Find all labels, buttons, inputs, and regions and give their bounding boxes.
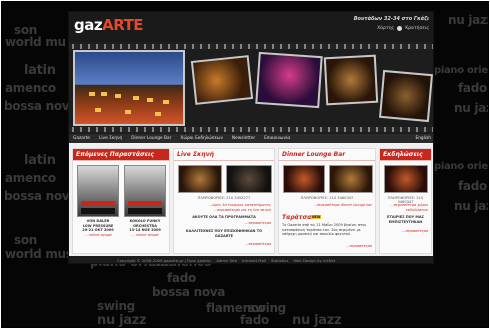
live-programs-headline: ΑΚΟΥΤΕ ΟΛΑ ΤΑ ΠΡΟΓΡΑΜΜΑΤΑ (192, 215, 256, 219)
live-programs-link[interactable]: ...περισσότερα (177, 221, 271, 226)
live-phone: ΠΛΗΡΟΦΟΡΙΕΣ: 210 3452277 (197, 196, 251, 200)
event-poster-2[interactable] (124, 165, 166, 217)
upcoming-shows-panel: Επόμενες Παραστάσεις VON DALER LOW PRESS… (72, 148, 170, 254)
logo-accent-text: ARTE (102, 16, 144, 34)
nav-newsletter[interactable]: Newsletter (232, 136, 255, 141)
background-word: swing (248, 301, 286, 315)
dinner-phone: ΠΛΗΡΟΦΟΡΙΕΣ: 210 3460347 (300, 196, 354, 200)
footer-intranet-link[interactable]: Intranet Mail (242, 258, 266, 263)
interior-photo-3 (379, 69, 433, 123)
background-word: bossa nova (4, 189, 78, 203)
building-photo (73, 50, 185, 126)
header-links: Χάρτης Κρατήσεις (377, 26, 429, 31)
taratsa-more-link[interactable]: ...περισσότερα (282, 244, 372, 249)
dinner-more-link[interactable]: ...περισσότερα dinner lounge bar (282, 203, 372, 208)
dinner-lounge-title: Dinner Lounge Bar (279, 149, 375, 161)
footer-webdesign-link[interactable]: Web Design by ArtNet (293, 258, 335, 263)
nav-event-spaces[interactable]: Χώροι Εκδηλώσεων (180, 136, 223, 141)
event-1-info: VON DALER LOW PRESSURE 20-21 OKT 2009 ..… (75, 219, 121, 237)
main-nav: Gazarte Live Σκηνή Dinner Lounge Bar Χώρ… (69, 134, 433, 143)
page-background: son world mu latin amenco bossa nova latin ame… (1, 1, 489, 328)
events-companies-link[interactable]: ...περισσότερα (383, 229, 428, 234)
live-more-link[interactable]: ...περισσότερα για τη live σκηνή (177, 208, 271, 213)
background-word: fado (458, 179, 487, 193)
background-word: piano oriental (434, 65, 488, 76)
logo-main-text: gaz (74, 16, 103, 34)
address-text: Βουτάδων 32-34 στο Γκάζι (353, 16, 429, 22)
background-word: fado (458, 81, 487, 95)
background-word: latin (24, 153, 56, 168)
film-strip-bottom (69, 127, 433, 132)
background-word: nu jazz (454, 101, 488, 115)
dinner-photo-1[interactable] (283, 165, 325, 193)
background-word: bossa nova (152, 285, 226, 299)
site-header: gazARTE Βουτάδων 32-34 στο Γκάζι Χάρτης … (69, 12, 433, 42)
events-panel: Εκδηλώσεις ΠΛΗΡΟΦΟΡΙΕΣ: 210 3460347 ...π… (379, 148, 432, 254)
background-word: swing (97, 299, 135, 313)
reservations-link[interactable]: Κρατήσεις (405, 26, 429, 31)
site-footer: Copyright © 2008-2009 gazarte.gr | Όροι … (69, 256, 433, 263)
concert-photo (255, 51, 323, 109)
events-companies-headline: ΕΤΑΙΡΙΕΣ ΠΟΥ ΜΑΣ ΕΜΠΙΣΤΕΥΤΗΚΑΝ (387, 215, 424, 224)
film-strip-top (69, 44, 433, 49)
background-word: nu jazz (97, 313, 147, 328)
events-title: Εκδηλώσεις (380, 149, 431, 161)
new-badge: NEW (311, 215, 322, 219)
footer-statistics-link[interactable]: Statistics (271, 258, 288, 263)
background-word: nu jazz (448, 13, 489, 27)
event-2-buy-link[interactable]: ... online αγορά (122, 233, 168, 238)
background-word: bossa nova (4, 99, 78, 113)
live-stage-panel: Live Σκηνή ΠΛΗΡΟΦΟΡΙΕΣ: 210 3452277 ...ώ… (173, 148, 275, 254)
nav-gazarte[interactable]: Gazarte (73, 136, 90, 141)
nav-english[interactable]: English (415, 136, 431, 141)
background-word: fado (240, 313, 269, 327)
taratsa-heading: Ταράτσα (282, 214, 312, 221)
events-photo[interactable] (384, 165, 428, 193)
live-photo-1[interactable] (178, 165, 222, 193)
taratsa-text: Το Gazarte από τις 21 Μαΐου 2009 βγαίνει… (282, 223, 367, 236)
footer-copyright[interactable]: Copyright © 2008-2009 gazarte.gr | Όροι … (117, 258, 211, 263)
interior-photo-2 (323, 54, 379, 106)
nav-contact[interactable]: Επικοινωνία (264, 136, 290, 141)
reservation-icon (397, 26, 403, 31)
interior-photo-1 (190, 55, 254, 105)
live-stage-title: Live Σκηνή (174, 149, 274, 161)
nav-live-stage[interactable]: Live Σκηνή (99, 136, 122, 141)
background-word: fado (167, 271, 196, 285)
footer-admin-link[interactable]: Admin Site (216, 258, 237, 263)
website-frame: gazARTE Βουτάδων 32-34 στο Γκάζι Χάρτης … (68, 11, 434, 264)
event-poster-1[interactable] (77, 165, 119, 217)
background-word: nu jazz (292, 313, 342, 328)
live-artists-link[interactable]: ...περισσότερα (177, 242, 271, 247)
background-word: son (14, 233, 38, 247)
background-word: world mu (5, 35, 66, 49)
background-word: piano oriental (434, 161, 488, 172)
background-word: nu jazz (454, 199, 488, 213)
map-link[interactable]: Χάρτης (377, 26, 394, 31)
upcoming-shows-title: Επόμενες Παραστάσεις (73, 149, 169, 161)
live-hours-link[interactable]: ...ώρες λειτουργίας καταστήματος (177, 203, 271, 208)
dinner-lounge-panel: Dinner Lounge Bar ΠΛΗΡΟΦΟΡΙΕΣ: 210 34603… (278, 148, 376, 254)
events-more-link[interactable]: ...περισσότερα χώροι εκδηλώσεων (383, 203, 428, 212)
live-artists-headline: ΚΑΛΛΙΤΕΧΝΕΣ ΠΟΥ ΕΠΙΣΚΕΦΘΗΚΑΝ ΤΟ GAZARTE (185, 229, 263, 238)
nav-dinner-lounge-bar[interactable]: Dinner Lounge Bar (131, 136, 171, 141)
event-1-buy-link[interactable]: ... online αγορά (75, 233, 121, 238)
live-photo-2[interactable] (226, 165, 272, 193)
photo-banner (69, 42, 433, 134)
content-area: Επόμενες Παραστάσεις VON DALER LOW PRESS… (69, 144, 433, 256)
event-2-info: KOKOLO FUNKY ORCHESTRA 13-14 NOE 2009 ..… (122, 219, 168, 237)
background-word: amenco (5, 81, 56, 95)
background-word: latin (24, 63, 56, 78)
background-word: amenco (5, 171, 56, 185)
site-logo[interactable]: gazARTE (74, 16, 144, 34)
dinner-photo-2[interactable] (329, 165, 373, 193)
